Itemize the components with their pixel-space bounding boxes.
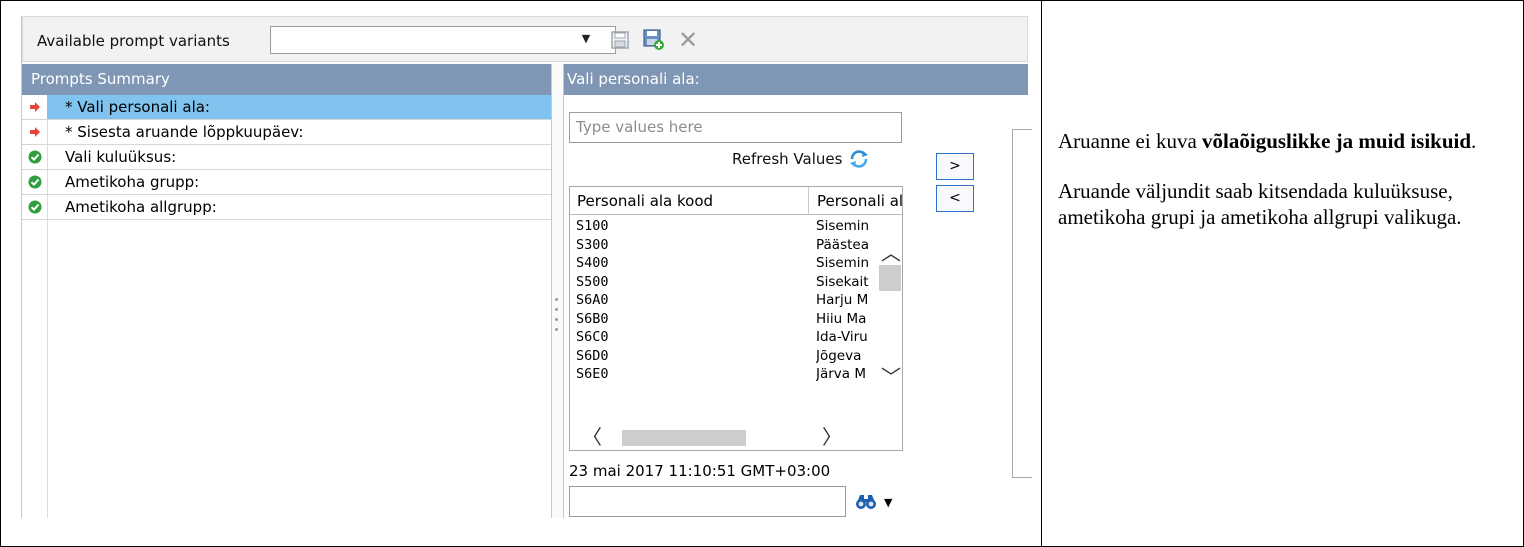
check-icon (28, 175, 41, 189)
table-row[interactable]: S300 Päästea (570, 236, 876, 255)
refresh-icon (850, 150, 869, 168)
prompt-item-kuluuksus[interactable]: Vali kuluüksus: (22, 145, 551, 170)
table-row[interactable]: S400 Sisemin (570, 254, 876, 273)
prompt-item-label: Vali kuluüksus: (65, 148, 177, 166)
remove-selection-button[interactable]: < (936, 185, 974, 212)
save-as-icon (643, 29, 664, 50)
save-icon (611, 31, 629, 49)
check-icon (28, 150, 41, 164)
table-row[interactable]: S6E0 Järva M (570, 365, 876, 384)
toolbar: Available prompt variants ▼ ✕ (22, 16, 1028, 62)
scroll-left-icon[interactable]: 〈 (582, 427, 602, 447)
table-row[interactable]: S6C0 Ida-Viru (570, 328, 876, 347)
prompts-dialog: Available prompt variants ▼ ✕ Prompts Su… (22, 16, 1032, 518)
refresh-timestamp: 23 mai 2017 11:10:51 GMT+03:00 (569, 462, 831, 480)
table-row[interactable]: S500 Sisekait (570, 273, 876, 292)
search-input[interactable] (569, 486, 846, 517)
required-arrow-icon (29, 127, 40, 137)
check-icon (28, 200, 41, 214)
prompts-summary-header: Prompts Summary (22, 64, 551, 95)
delete-icon: ✕ (677, 26, 699, 54)
scroll-down-icon[interactable]: ﹀ (881, 367, 901, 387)
variants-dropdown[interactable] (270, 26, 616, 54)
dropdown-arrow-icon[interactable]: ▼ (576, 27, 596, 51)
delete-button[interactable]: ✕ (675, 27, 701, 53)
note-paragraph-2: Aruande väljundit saab kitsendada kuluük… (1058, 179, 1462, 229)
prompt-item-ametikoha-allgrupp[interactable]: Ametikoha allgrupp: (22, 195, 551, 220)
binoculars-icon (856, 495, 876, 509)
refresh-values-button[interactable]: Refresh Values (732, 148, 870, 170)
prompt-detail-panel: Vali personali ala: Type values here Ref… (564, 64, 1032, 518)
scroll-right-icon[interactable]: 〉 (822, 427, 842, 447)
horizontal-scroll-thumb[interactable] (622, 430, 746, 446)
vertical-scrollbar[interactable]: ︿ ﹀ (876, 215, 902, 424)
panel-splitter[interactable] (552, 64, 564, 518)
scroll-up-icon[interactable]: ︿ (881, 243, 901, 263)
table-row[interactable]: S6A0 Harju M (570, 291, 876, 310)
prompt-item-label: * Sisesta aruande lõppkuupäev: (65, 123, 304, 141)
description-note: Aruanne ei kuva võlaõiguslikke ja muid i… (1058, 128, 1508, 254)
table-row[interactable]: S100 Sisemin (570, 217, 876, 236)
column-header-nimi[interactable]: Personali al (817, 187, 902, 215)
save-button[interactable] (607, 27, 633, 53)
prompt-item-lopp-kuupaev[interactable]: * Sisesta aruande lõppkuupäev: (22, 120, 551, 145)
horizontal-scrollbar[interactable]: 〈 〉 (570, 427, 902, 449)
column-header-kood[interactable]: Personali ala kood (577, 187, 809, 215)
table-row[interactable]: S6B0 Hiiu Ma (570, 310, 876, 329)
prompts-summary-panel: Prompts Summary * Vali personali ala: * … (22, 64, 552, 518)
prompt-item-label: Ametikoha grupp: (65, 173, 200, 191)
add-selection-button[interactable]: > (936, 153, 974, 180)
prompt-item-ametikoha-grupp[interactable]: Ametikoha grupp: (22, 170, 551, 195)
selected-values-list[interactable] (1012, 129, 1032, 478)
refresh-values-label: Refresh Values (732, 150, 843, 168)
table-body: S100 Sisemin S300 Päästea S400 Sisemin S500… (570, 217, 876, 421)
type-values-input[interactable]: Type values here (569, 112, 902, 143)
variants-label: Available prompt variants (37, 32, 230, 50)
table-row[interactable]: S6D0 Jõgeva (570, 347, 876, 366)
prompt-item-label: * Vali personali ala: (65, 98, 210, 116)
table-header: Personali ala kood Personali al (570, 187, 902, 215)
search-options-arrow-icon[interactable]: ▼ (884, 496, 892, 509)
values-table: Personali ala kood Personali al S100 Sise… (569, 186, 903, 451)
note-paragraph-1: Aruanne ei kuva võlaõiguslikke ja muid i… (1058, 129, 1477, 153)
vertical-scroll-thumb[interactable] (879, 265, 901, 291)
prompt-item-personali-ala[interactable]: * Vali personali ala: (22, 95, 551, 120)
right-cell-frame (1041, 0, 1524, 547)
search-button[interactable]: ▼ (856, 492, 894, 512)
save-as-button[interactable] (641, 27, 667, 53)
prompt-detail-header: Vali personali ala: (564, 64, 1028, 95)
prompt-item-label: Ametikoha allgrupp: (65, 198, 217, 216)
required-arrow-icon (29, 102, 40, 112)
